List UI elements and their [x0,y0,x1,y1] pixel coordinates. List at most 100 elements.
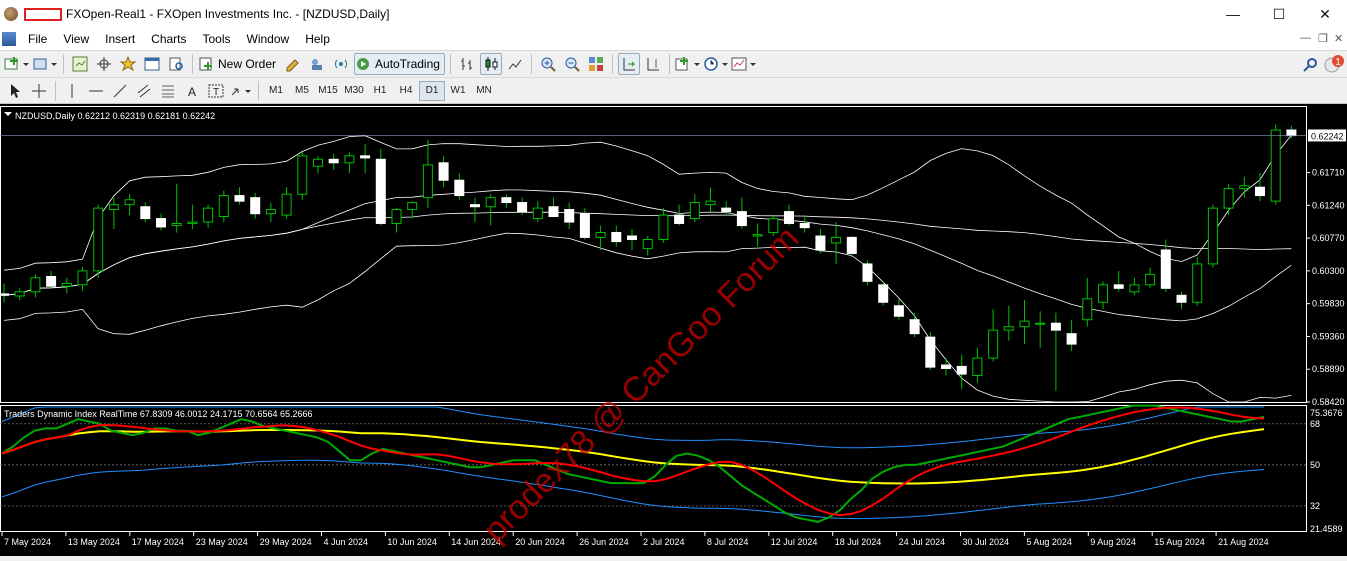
price-axis-label: 0.59360 [1312,331,1345,341]
date-axis-label: 5 Aug 2024 [1026,537,1072,547]
community-button[interactable] [306,53,328,75]
timeframe-m1[interactable]: M1 [263,81,289,101]
candle-body-bull [1098,284,1108,303]
candle-body-bear [156,218,166,228]
chart-window-icon [2,32,16,46]
candle-body-bear [1176,294,1187,303]
candle-body-bear [674,214,685,224]
candle [862,260,873,285]
terminal-button[interactable] [141,53,163,75]
menu-tools[interactable]: Tools [195,32,239,46]
autotrading-label: AutoTrading [375,57,440,71]
price-chart-svg[interactable]: NZDUSD,Daily 0.62212 0.62319 0.62181 0.6… [0,104,1347,556]
candle-body-bear [1050,322,1061,331]
signals-button[interactable] [330,53,352,75]
horizontal-line-button[interactable] [85,80,107,102]
chart-shift-button[interactable] [642,53,664,75]
candle-body-bull [1270,129,1281,202]
profiles-button[interactable] [32,53,58,75]
market-watch-button[interactable] [69,53,91,75]
candle-body-bull [1223,188,1234,209]
data-window-button[interactable] [93,53,115,75]
candle-body-bull [407,202,418,211]
candle-body-bull [171,222,182,227]
drawing-toolbar: A T M1 M5 M15 M30 H1 H4 D1 W1 MN [0,78,1347,104]
navigator-button[interactable] [117,53,139,75]
tile-windows-button[interactable] [585,53,607,75]
crosshair-tool-button[interactable] [28,80,50,102]
vertical-line-button[interactable] [61,80,83,102]
candle-body-bear [815,235,826,251]
date-axis-label: 23 May 2024 [196,537,248,547]
menu-charts[interactable]: Charts [143,32,194,46]
zoom-out-button[interactable] [561,53,583,75]
bar-chart-button[interactable] [456,53,478,75]
timeframe-m5[interactable]: M5 [289,81,315,101]
menu-window[interactable]: Window [239,32,298,46]
candle-body-bull [124,199,135,206]
timeframe-h4[interactable]: H4 [393,81,419,101]
zoom-in-button[interactable] [537,53,559,75]
candle [1207,204,1218,268]
line-chart-button[interactable] [504,53,526,75]
candle-body-bull [281,193,292,216]
candle-body-bear [501,197,512,204]
price-axis-label: 0.58890 [1312,364,1345,374]
candle-body-bull [203,207,214,223]
candle-body-bear [0,293,9,296]
indicators-button[interactable] [675,53,701,75]
text-label-button[interactable]: T [205,80,227,102]
timeframe-d1[interactable]: D1 [419,80,445,101]
fibonacci-button[interactable] [157,80,179,102]
candle-body-bull [187,221,198,224]
close-button[interactable]: ✕ [1302,0,1347,28]
timeframe-h1[interactable]: H1 [367,81,393,101]
candle-body-bear [799,222,810,229]
standard-toolbar: New Order AutoTrading 1 [0,50,1347,78]
mdi-minimize-button[interactable]: — [1300,32,1311,44]
periods-button[interactable] [703,53,729,75]
minimize-button[interactable]: — [1210,0,1256,28]
menu-view[interactable]: View [55,32,97,46]
search-icon[interactable] [1299,54,1321,76]
new-order-button[interactable]: New Order [198,53,280,75]
timeframe-mn[interactable]: MN [471,81,497,101]
arrows-button[interactable] [229,80,253,102]
candle-body-bear [548,206,559,217]
strategy-tester-button[interactable] [165,53,187,75]
menu-help[interactable]: Help [297,32,338,46]
menu-insert[interactable]: Insert [97,32,143,46]
maximize-button[interactable]: ☐ [1256,0,1302,28]
mdi-close-button[interactable]: ✕ [1334,32,1343,45]
metaeditor-button[interactable] [282,53,304,75]
templates-button[interactable] [731,53,757,75]
cursor-tool-button[interactable] [4,80,26,102]
app-logo-icon [4,7,18,21]
price-axis-label: 0.60300 [1312,266,1345,276]
candlestick-chart-button[interactable] [479,53,502,75]
candle-body-bear [1066,333,1077,345]
auto-scroll-button[interactable] [617,53,640,75]
candle-body-bear [1286,129,1297,137]
autotrading-button[interactable]: AutoTrading [354,53,445,75]
timeframe-m30[interactable]: M30 [341,81,367,101]
new-chart-button[interactable] [4,53,30,75]
menu-file[interactable]: File [20,32,55,46]
candle [878,281,889,306]
trendline-button[interactable] [109,80,131,102]
candle-body-bull [705,200,716,206]
timeframe-m15[interactable]: M15 [315,81,341,101]
chart-window[interactable]: NZDUSD,Daily 0.62212 0.62319 0.62181 0.6… [0,104,1347,556]
candle-body-bull [14,291,25,297]
mdi-restore-button[interactable]: ❐ [1318,32,1328,45]
candle-body-bull [422,164,433,199]
candle-body-bull [1019,320,1030,328]
timeframe-w1[interactable]: W1 [445,81,471,101]
channel-button[interactable] [133,80,155,102]
notifications-icon[interactable]: 1 [1323,53,1345,75]
candle-body-bear [360,155,371,159]
text-tool-button[interactable]: A [181,80,203,102]
svg-text:T: T [213,87,219,98]
candle [1192,256,1203,306]
candle-body-bear [736,211,747,227]
